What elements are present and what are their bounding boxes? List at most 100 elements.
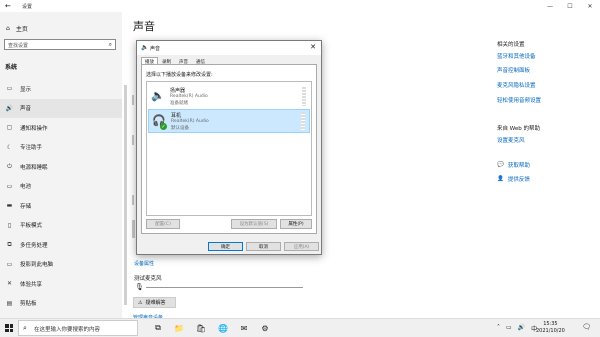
tablet-icon: ▯ xyxy=(7,221,12,229)
store-icon[interactable]: 🛍 xyxy=(195,322,207,334)
related-link-mic-privacy[interactable]: 麦克风隐私设置 xyxy=(497,81,536,89)
device-item-speaker[interactable]: 🔈 扬声器 Realtek(R) Audio 准备就绪 xyxy=(148,85,310,109)
test-mic-label: 测试麦克风 xyxy=(134,276,162,282)
related-link-bluetooth[interactable]: 蓝牙和其他设备 xyxy=(497,52,536,60)
task-view-icon[interactable]: ⧉ xyxy=(152,322,164,334)
level-meter xyxy=(301,112,305,131)
playback-panel: 选择以下播放设备来修改设置: 🔈 扬声器 Realtek(R) Audio 准备… xyxy=(141,64,317,234)
title-bar: ← 设置 — ☐ ✕ xyxy=(0,0,600,12)
sidebar-item[interactable]: 🔊 声音 xyxy=(0,98,122,118)
page-title: 声音 xyxy=(133,20,155,33)
sidebar-item[interactable]: ▤ 剪贴板 xyxy=(0,294,122,314)
search-icon: ⌕ xyxy=(23,324,27,332)
chevron-up-icon[interactable]: ˄ xyxy=(497,324,500,333)
related-link-ease-of-access[interactable]: 轻松使用音频设置 xyxy=(497,96,541,104)
device-properties-link[interactable]: 设备属性 xyxy=(134,260,154,267)
battery-icon: ▭ xyxy=(6,182,13,190)
back-arrow-icon[interactable]: ← xyxy=(5,2,11,10)
dialog-close-icon[interactable]: ✕ xyxy=(310,43,316,51)
taskbar-search-placeholder: 在这里输入你要搜索的内容 xyxy=(34,327,101,333)
sidebar-item[interactable]: ▯ 平板模式 xyxy=(0,216,122,236)
sidebar-item[interactable]: ✕ 体验共享 xyxy=(0,274,122,294)
obscured-content xyxy=(132,195,134,205)
default-check-icon: ✓ xyxy=(160,123,167,130)
dialog-title: 声音 xyxy=(150,46,161,52)
related-link-sound-control-panel[interactable]: 声音控制面板 xyxy=(497,66,530,74)
get-help-link[interactable]: 💬 获取帮助 xyxy=(497,161,530,169)
display-icon: ▭ xyxy=(6,85,13,93)
level-meter xyxy=(302,87,306,106)
clock[interactable]: 15:35 2021/10/20 xyxy=(536,321,565,335)
sidebar-item[interactable]: ▭ 显示 xyxy=(0,79,122,99)
set-default-button[interactable]: 设为默认值(S) xyxy=(231,219,277,229)
device-list: 🔈 扬声器 Realtek(R) Audio 准备就绪 🎧 ✓ 耳机 Realt… xyxy=(146,81,312,216)
troubleshoot-label: 疑难解答 xyxy=(145,300,166,306)
power-sleep-icon: ⏻ xyxy=(7,162,12,170)
sidebar-item[interactable]: ▭ 电池 xyxy=(0,177,122,197)
window-title: 设置 xyxy=(22,4,33,10)
home-label: 主页 xyxy=(15,26,28,33)
clipboard-icon: ▤ xyxy=(6,299,13,307)
notification-icon[interactable]: 🗨 xyxy=(582,323,591,331)
sound-icon: 🔊 xyxy=(5,104,14,112)
apply-button[interactable]: 应用(A) xyxy=(284,242,319,251)
device-name: 扬声器 xyxy=(170,88,186,94)
feedback-link[interactable]: 👤 提供反馈 xyxy=(497,175,530,183)
obscured-content xyxy=(132,220,135,238)
minimize-button[interactable]: — xyxy=(540,0,560,12)
feedback-icon: 👤 xyxy=(497,176,504,182)
maximize-button[interactable]: ☐ xyxy=(560,0,580,12)
settings-gear-icon[interactable]: ⚙ xyxy=(259,322,271,334)
search-placeholder: 查找设置 xyxy=(8,43,29,49)
scrollbar[interactable] xyxy=(124,85,127,305)
sidebar-item[interactable]: ▬ 存储 xyxy=(0,196,122,216)
taskbar-search-box[interactable]: ⌕ 在这里输入你要搜索的内容 xyxy=(18,320,138,336)
troubleshoot-button[interactable]: ⚠ 疑难解答 xyxy=(133,297,176,308)
system-tray: ˄ ▭ 🔊 中 xyxy=(497,324,537,333)
sidebar: ⌂ 主页 查找设置 ⌕ 系统 ▭ 显示 🔊 声音 ▢ 通知和操作 ☾ 专注助手 ⏻ 电源和睡眠 ▭ 电… xyxy=(0,12,122,327)
focus-assist-icon: ☾ xyxy=(6,143,13,151)
close-button[interactable]: ✕ xyxy=(580,0,600,12)
configure-button[interactable]: 配置(C) xyxy=(146,219,180,229)
help-link-setup-mic[interactable]: 设置麦克风 xyxy=(497,136,525,144)
ok-button[interactable]: 确定 xyxy=(208,242,243,251)
speaker-icon: 🔈 xyxy=(141,44,149,51)
sidebar-item-label: 投影到此电脑 xyxy=(20,262,54,269)
sidebar-item-label: 电池 xyxy=(20,184,32,191)
speaker-device-icon: 🔈 xyxy=(151,89,165,102)
device-driver: Realtek(R) Audio xyxy=(170,94,208,99)
properties-button[interactable]: 属性(P) xyxy=(280,219,312,229)
shared-experiences-icon: ✕ xyxy=(6,280,13,288)
sidebar-item[interactable]: ⧉ 多任务处理 xyxy=(0,235,122,255)
cancel-button[interactable]: 取消 xyxy=(246,242,281,251)
instruction-text: 选择以下播放设备来修改设置: xyxy=(146,72,213,78)
sidebar-item-label: 显示 xyxy=(20,86,32,93)
multitasking-icon: ⧉ xyxy=(7,240,12,248)
settings-search-input[interactable]: 查找设置 ⌕ xyxy=(4,39,116,50)
feedback-label: 提供反馈 xyxy=(507,177,530,183)
edge-icon[interactable]: 🌐 xyxy=(217,322,229,334)
start-button[interactable] xyxy=(2,321,16,335)
network-icon[interactable]: ▭ xyxy=(506,324,512,333)
settings-window: ← 设置 — ☐ ✕ ⌂ 主页 查找设置 ⌕ 系统 ▭ 显示 🔊 声音 ▢ 通知和操作 ☾ 专… xyxy=(0,0,600,327)
projecting-icon: ▭ xyxy=(6,260,13,268)
home-link[interactable]: ⌂ 主页 xyxy=(6,24,28,33)
device-driver: Realtek(R) Audio xyxy=(171,119,209,124)
search-icon: ⌕ xyxy=(108,41,112,48)
device-name: 耳机 xyxy=(171,113,182,119)
sidebar-item[interactable]: ☾ 专注助手 xyxy=(0,138,122,158)
sound-dialog: 🔈 声音 ✕ 播放 录制 声音 通信 选择以下播放设备来修改设置: 🔈 扬声器 … xyxy=(136,40,322,255)
microphone-icon: 🎙 xyxy=(135,283,144,291)
window-controls: — ☐ ✕ xyxy=(540,0,600,12)
volume-icon[interactable]: 🔊 xyxy=(518,324,525,333)
sidebar-item[interactable]: ▢ 通知和操作 xyxy=(0,118,122,138)
sidebar-item[interactable]: ▭ 投影到此电脑 xyxy=(0,255,122,275)
mic-level-bar xyxy=(146,287,303,288)
file-explorer-icon[interactable]: 📁 xyxy=(173,322,185,334)
sidebar-item[interactable]: ⏻ 电源和睡眠 xyxy=(0,157,122,177)
storage-icon: ▬ xyxy=(6,202,13,210)
mail-icon[interactable]: ✉ xyxy=(238,322,250,334)
device-item-headphones[interactable]: 🎧 ✓ 耳机 Realtek(R) Audio 默认设备 xyxy=(148,109,310,133)
time: 15:35 xyxy=(543,321,558,327)
sidebar-item-label: 体验共享 xyxy=(20,281,43,288)
